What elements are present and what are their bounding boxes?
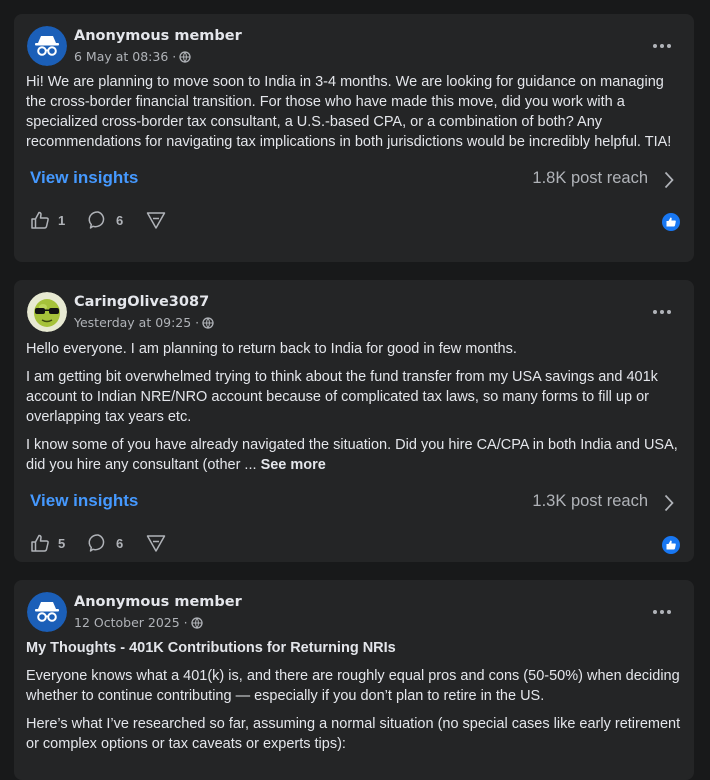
comment-icon xyxy=(88,534,105,552)
post-meta: 6 May at 08:36 · xyxy=(74,49,191,64)
action-row: 5 6 xyxy=(14,523,694,565)
like-reaction-icon[interactable] xyxy=(662,536,680,554)
see-more-link[interactable]: See more xyxy=(261,457,326,473)
view-insights-link[interactable]: View insights xyxy=(30,491,138,511)
post-paragraph: I know some of you have already navigate… xyxy=(26,435,682,475)
comment-icon xyxy=(88,211,105,229)
thumbs-up-icon xyxy=(31,534,49,552)
post-paragraph: Hello everyone. I am planning to return … xyxy=(26,341,517,357)
ellipsis-icon xyxy=(653,44,671,48)
post-text: My Thoughts - 401K Contributions for Ret… xyxy=(14,634,694,754)
send-button[interactable] xyxy=(146,533,166,553)
post-card: CaringOlive3087 Yesterday at 09:25 · Hel… xyxy=(14,280,694,562)
avatar[interactable] xyxy=(27,26,67,66)
comment-button[interactable]: 6 xyxy=(88,210,123,230)
avatar[interactable] xyxy=(27,292,67,332)
author-name[interactable]: CaringOlive3087 xyxy=(74,294,209,310)
insights-row: View insights 1.8K post reach xyxy=(14,160,694,200)
more-options-button[interactable] xyxy=(652,302,672,314)
like-reaction-icon[interactable] xyxy=(662,213,680,231)
view-insights-link[interactable]: View insights xyxy=(30,168,138,188)
ellipsis-icon xyxy=(653,310,671,314)
comment-button[interactable]: 6 xyxy=(88,533,123,553)
post-card: Anonymous member 12 October 2025 · My Th… xyxy=(14,580,694,780)
post-card: Anonymous member 6 May at 08:36 · Hi! We… xyxy=(14,14,694,262)
post-text: Hello everyone. I am planning to return … xyxy=(14,334,694,475)
anonymous-member-icon xyxy=(27,592,67,632)
post-meta: Yesterday at 09:25 · xyxy=(74,315,214,330)
like-button[interactable]: 1 xyxy=(30,210,65,230)
chevron-right-icon[interactable] xyxy=(664,171,674,189)
author-name[interactable]: Anonymous member xyxy=(74,28,242,44)
post-meta: 12 October 2025 · xyxy=(74,615,203,630)
send-button[interactable] xyxy=(146,210,166,230)
post-paragraph: Hi! We are planning to move soon to Indi… xyxy=(26,74,672,150)
post-paragraph-text: I know some of you have already navigate… xyxy=(26,437,678,473)
post-title: My Thoughts - 401K Contributions for Ret… xyxy=(26,640,396,656)
more-options-button[interactable] xyxy=(652,36,672,48)
more-options-button[interactable] xyxy=(652,602,672,614)
ellipsis-icon xyxy=(653,610,671,614)
globe-icon xyxy=(179,50,191,63)
like-count: 1 xyxy=(58,212,66,228)
post-paragraph: Here’s what I’ve researched so far, assu… xyxy=(26,716,681,752)
comment-count: 6 xyxy=(116,535,124,551)
post-text: Hi! We are planning to move soon to Indi… xyxy=(14,68,694,152)
insights-row: View insights 1.3K post reach xyxy=(14,483,694,523)
post-header: Anonymous member 12 October 2025 · xyxy=(14,580,694,634)
action-row: 1 6 xyxy=(14,200,694,242)
thumbs-up-icon xyxy=(31,211,49,229)
post-paragraph: Everyone knows what a 401(k) is, and the… xyxy=(26,668,680,704)
globe-icon xyxy=(190,616,203,629)
send-icon xyxy=(146,212,166,229)
post-reach[interactable]: 1.8K post reach xyxy=(532,169,648,188)
post-header: CaringOlive3087 Yesterday at 09:25 · xyxy=(14,280,694,334)
post-timestamp[interactable]: Yesterday at 09:25 · xyxy=(74,315,199,330)
like-button[interactable]: 5 xyxy=(30,533,65,553)
like-count: 5 xyxy=(58,535,66,551)
olive-sunglasses-avatar xyxy=(27,292,67,332)
avatar[interactable] xyxy=(27,592,67,632)
chevron-right-icon[interactable] xyxy=(664,494,674,512)
post-reach[interactable]: 1.3K post reach xyxy=(532,492,648,511)
send-icon xyxy=(146,535,166,552)
post-header: Anonymous member 6 May at 08:36 · xyxy=(14,14,694,68)
post-timestamp[interactable]: 6 May at 08:36 · xyxy=(74,49,176,64)
globe-icon xyxy=(202,316,214,329)
post-timestamp[interactable]: 12 October 2025 · xyxy=(74,615,188,630)
author-name[interactable]: Anonymous member xyxy=(74,594,242,610)
post-paragraph: I am getting bit overwhelmed trying to t… xyxy=(26,369,658,425)
comment-count: 6 xyxy=(116,212,124,228)
anonymous-member-icon xyxy=(27,26,67,66)
